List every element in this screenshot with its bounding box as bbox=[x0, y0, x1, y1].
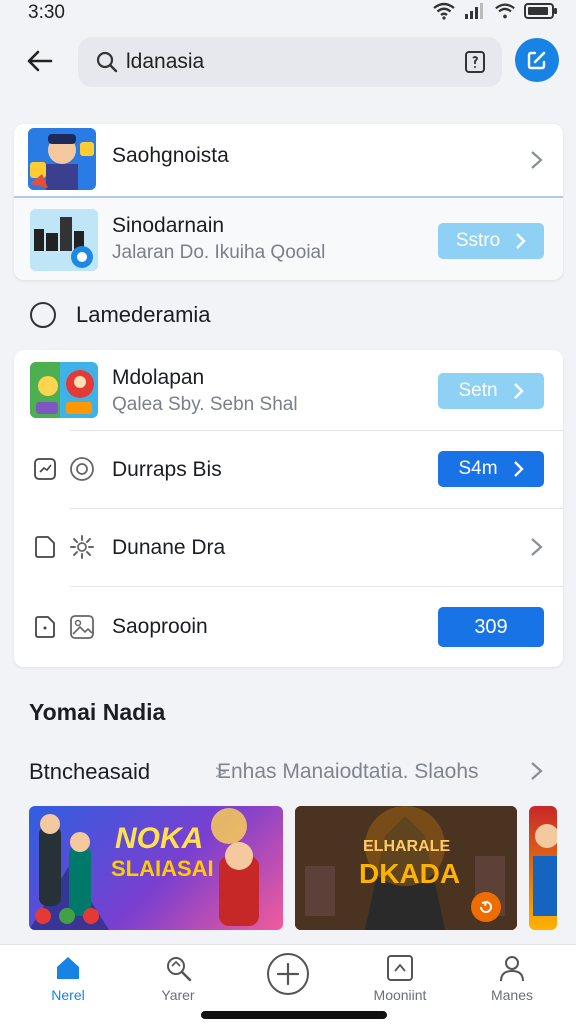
battery-icon bbox=[524, 2, 558, 20]
at-icon bbox=[69, 456, 95, 482]
promo-banner[interactable] bbox=[529, 806, 557, 930]
scan-icon[interactable] bbox=[462, 49, 488, 75]
button-label: S4m bbox=[458, 458, 498, 479]
banner-subtitle: SLAIASAI bbox=[111, 856, 214, 881]
compose-button[interactable] bbox=[515, 38, 559, 82]
breadcrumb-current: Btncheasaid bbox=[29, 759, 151, 784]
list-item[interactable]: Mdolapan Qalea Sby. Sebn Shal Setn bbox=[14, 350, 563, 430]
list-card: Mdolapan Qalea Sby. Sebn Shal Setn Durra… bbox=[14, 350, 563, 667]
banner-title: NOKA bbox=[115, 822, 204, 855]
chevron-right-icon bbox=[531, 538, 543, 556]
list-item-title: Durraps Bis bbox=[112, 458, 222, 481]
list-action-button[interactable]: 309 bbox=[438, 607, 544, 647]
app-thumbnail bbox=[28, 128, 96, 190]
list-item-title: Mdolapan bbox=[112, 366, 205, 389]
user-icon bbox=[500, 956, 524, 982]
back-button[interactable] bbox=[22, 44, 56, 78]
wifi-icon-secondary bbox=[494, 2, 516, 20]
nav-label: Yarer bbox=[161, 987, 195, 1003]
banner-title: ELHARALE bbox=[363, 838, 451, 855]
banner-subtitle: DKADA bbox=[359, 858, 461, 889]
note-icon bbox=[32, 456, 58, 482]
breadcrumb[interactable]: Btncheasaid > Enhas Manaiodtatia. Slaohs bbox=[29, 757, 559, 787]
promo-banner[interactable]: NOKA SLAIASAI bbox=[29, 806, 283, 930]
featured-subtitle: Jalaran Do. Ikuiha Qooial bbox=[112, 242, 326, 263]
chevron-right-icon bbox=[531, 762, 543, 780]
list-item-title: Saoprooin bbox=[112, 615, 208, 638]
list-item[interactable]: Dunane Dra bbox=[14, 509, 563, 586]
featured-title: Sinodarnain bbox=[112, 214, 225, 237]
button-label: Sstro bbox=[455, 230, 501, 251]
nav-item-create[interactable] bbox=[248, 951, 328, 1001]
nav-label: Nerel bbox=[51, 987, 85, 1003]
image-icon bbox=[69, 614, 95, 640]
list-action-button[interactable]: S4m bbox=[438, 451, 544, 487]
nav-item-explore[interactable]: Yarer bbox=[138, 953, 218, 1003]
screen: 3:30 ldanasia Saohgnoista Sinodarnain Ja… bbox=[0, 0, 576, 1024]
featured-action-button[interactable]: Sstro bbox=[438, 223, 544, 259]
chevron-right-icon bbox=[513, 461, 524, 477]
play-icon[interactable] bbox=[471, 892, 501, 922]
plus-circle-icon bbox=[267, 953, 309, 995]
arrow-left-icon bbox=[27, 50, 53, 72]
section-header[interactable]: Lamederamia bbox=[30, 302, 211, 328]
list-action-button[interactable]: Setn bbox=[438, 373, 544, 409]
status-icons bbox=[432, 2, 558, 20]
document-icon bbox=[32, 534, 58, 560]
home-icon bbox=[57, 957, 79, 979]
nav-item-profile[interactable]: Manes bbox=[472, 953, 552, 1003]
chevron-right-icon bbox=[516, 233, 526, 249]
status-time: 3:30 bbox=[28, 2, 65, 23]
chevron-right-icon bbox=[531, 151, 543, 169]
featured-item[interactable]: Saohgnoista bbox=[14, 124, 563, 198]
section-title: Yomai Nadia bbox=[29, 699, 166, 725]
wifi-icon bbox=[432, 2, 456, 20]
nav-item-moments[interactable]: Mooniint bbox=[360, 953, 440, 1003]
chevron-right-icon bbox=[513, 383, 524, 399]
promo-banner[interactable]: ELHARALE DKADA bbox=[295, 806, 517, 930]
photo-frame-icon bbox=[387, 955, 413, 981]
button-label: Setn bbox=[458, 380, 498, 401]
search-icon bbox=[94, 49, 120, 75]
featured-title: Saohgnoista bbox=[112, 144, 229, 167]
compose-icon bbox=[527, 51, 546, 70]
list-item[interactable]: Saoprooin 309 bbox=[14, 587, 563, 667]
app-thumbnail bbox=[30, 209, 98, 271]
app-thumbnail bbox=[30, 362, 98, 418]
section-label: Lamederamia bbox=[76, 302, 211, 327]
search-bar[interactable] bbox=[78, 37, 502, 87]
search-input[interactable] bbox=[126, 50, 456, 74]
nav-label: Mooniint bbox=[373, 987, 427, 1003]
status-bar: 3:30 bbox=[0, 0, 576, 26]
document-icon bbox=[32, 614, 58, 640]
nav-item-home[interactable]: Nerel bbox=[28, 953, 108, 1003]
button-label: 309 bbox=[474, 615, 508, 638]
nav-label: Manes bbox=[490, 987, 534, 1003]
home-indicator bbox=[201, 1011, 387, 1019]
breadcrumb-link[interactable]: Enhas Manaiodtatia. Slaohs bbox=[217, 760, 479, 784]
featured-item[interactable]: Sinodarnain Jalaran Do. Ikuiha Qooial Ss… bbox=[14, 198, 563, 280]
gear-icon bbox=[69, 534, 95, 560]
list-item[interactable]: Durraps Bis S4m bbox=[14, 431, 563, 508]
radio-button[interactable] bbox=[30, 302, 56, 328]
list-item-title: Dunane Dra bbox=[112, 536, 226, 559]
signal-icon bbox=[464, 2, 486, 20]
explore-icon bbox=[167, 957, 192, 982]
list-item-subtitle: Qalea Sby. Sebn Shal bbox=[112, 394, 298, 415]
